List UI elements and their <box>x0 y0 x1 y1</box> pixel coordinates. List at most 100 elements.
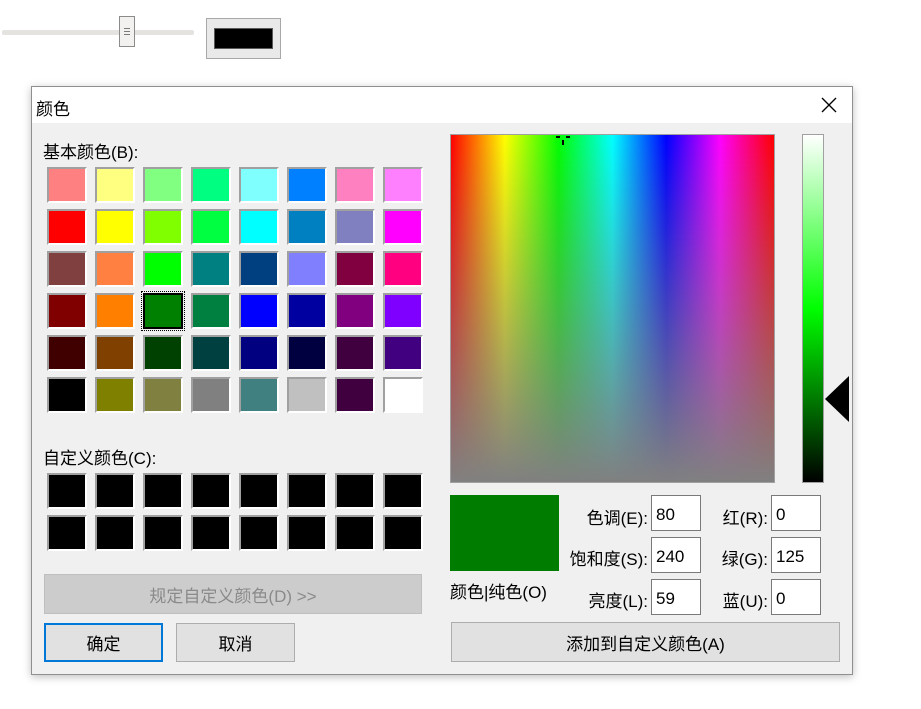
basic-color-swatch[interactable] <box>143 209 183 245</box>
luminosity-input[interactable] <box>651 579 701 615</box>
basic-color-swatch[interactable] <box>95 335 135 371</box>
cancel-button[interactable]: 取消 <box>176 623 295 662</box>
custom-color-swatch[interactable] <box>95 473 135 509</box>
slider-thumb[interactable] <box>119 16 135 47</box>
basic-color-swatch-fill <box>385 379 421 411</box>
basic-color-swatch[interactable] <box>47 335 87 371</box>
custom-color-swatch-fill <box>145 517 181 549</box>
basic-color-swatch[interactable] <box>239 293 279 329</box>
custom-color-swatch[interactable] <box>143 515 183 551</box>
custom-color-swatch[interactable] <box>47 473 87 509</box>
basic-color-swatch[interactable] <box>239 167 279 203</box>
basic-color-swatch[interactable] <box>191 251 231 287</box>
custom-color-swatch[interactable] <box>191 515 231 551</box>
color-picker-button[interactable] <box>206 18 281 59</box>
basic-color-swatch[interactable] <box>191 377 231 413</box>
hue-input[interactable] <box>651 495 701 531</box>
custom-color-swatch-fill <box>337 517 373 549</box>
custom-color-swatch[interactable] <box>383 515 423 551</box>
blue-input[interactable] <box>771 579 821 615</box>
basic-color-swatch[interactable] <box>47 251 87 287</box>
custom-color-swatch[interactable] <box>287 515 327 551</box>
basic-color-swatch[interactable] <box>383 293 423 329</box>
basic-color-swatch[interactable] <box>335 293 375 329</box>
basic-color-swatch[interactable] <box>143 377 183 413</box>
custom-color-swatch[interactable] <box>95 515 135 551</box>
add-to-custom-colors-button[interactable]: 添加到自定义颜色(A) <box>451 622 840 662</box>
basic-color-swatch[interactable] <box>383 167 423 203</box>
basic-color-swatch[interactable] <box>95 293 135 329</box>
basic-color-swatch[interactable] <box>47 293 87 329</box>
color-preview <box>450 495 559 571</box>
basic-color-swatch[interactable] <box>335 377 375 413</box>
luminosity-bar[interactable] <box>802 134 824 483</box>
custom-color-swatch-fill <box>145 475 181 507</box>
basic-color-swatch[interactable] <box>239 377 279 413</box>
basic-color-swatch-fill <box>145 337 181 369</box>
basic-colors-label: 基本颜色(B): <box>43 143 139 162</box>
basic-color-swatch[interactable] <box>287 167 327 203</box>
custom-color-swatch[interactable] <box>335 515 375 551</box>
basic-color-swatch[interactable] <box>383 209 423 245</box>
basic-color-swatch[interactable] <box>47 167 87 203</box>
custom-color-swatch[interactable] <box>383 473 423 509</box>
basic-color-swatch[interactable] <box>335 251 375 287</box>
basic-color-swatch[interactable] <box>191 293 231 329</box>
custom-color-swatch[interactable] <box>143 473 183 509</box>
basic-color-swatch[interactable] <box>383 377 423 413</box>
basic-color-swatch-fill <box>289 379 325 411</box>
basic-color-swatch[interactable] <box>383 251 423 287</box>
basic-color-swatch[interactable] <box>335 209 375 245</box>
basic-color-swatch[interactable] <box>239 209 279 245</box>
basic-color-swatch-fill <box>145 295 181 327</box>
basic-color-swatch-fill <box>289 169 325 201</box>
slider-track[interactable] <box>2 30 194 35</box>
saturation-input[interactable] <box>651 537 701 573</box>
basic-color-swatch[interactable] <box>287 251 327 287</box>
basic-color-swatch[interactable] <box>143 335 183 371</box>
basic-color-swatch[interactable] <box>287 209 327 245</box>
ok-button[interactable]: 确定 <box>44 623 163 662</box>
basic-color-swatch[interactable] <box>335 335 375 371</box>
basic-color-swatch[interactable] <box>95 167 135 203</box>
basic-color-swatch-fill <box>289 211 325 243</box>
luminosity-arrow-icon[interactable] <box>825 376 849 422</box>
custom-color-swatch[interactable] <box>239 473 279 509</box>
custom-color-swatch[interactable] <box>335 473 375 509</box>
custom-color-swatch[interactable] <box>47 515 87 551</box>
red-input[interactable] <box>771 495 821 531</box>
blue-label: 蓝(U): <box>722 592 768 611</box>
close-button[interactable] <box>806 87 852 123</box>
custom-color-swatch[interactable] <box>191 473 231 509</box>
define-custom-colors-button[interactable]: 规定自定义颜色(D) >> <box>44 574 422 614</box>
basic-color-swatch[interactable] <box>287 293 327 329</box>
basic-color-swatch[interactable] <box>239 335 279 371</box>
basic-color-swatch-fill <box>145 253 181 285</box>
basic-color-swatch[interactable] <box>335 167 375 203</box>
basic-color-swatch[interactable] <box>143 167 183 203</box>
custom-color-swatch[interactable] <box>239 515 279 551</box>
color-solid-label: 颜色|纯色(O) <box>450 583 547 602</box>
basic-color-swatch[interactable] <box>191 167 231 203</box>
basic-color-swatch[interactable] <box>95 251 135 287</box>
basic-color-swatch[interactable] <box>383 335 423 371</box>
basic-color-swatch[interactable] <box>287 335 327 371</box>
basic-color-swatch-fill <box>145 211 181 243</box>
basic-color-swatch-fill <box>193 211 229 243</box>
basic-color-swatch[interactable] <box>143 251 183 287</box>
custom-color-swatch-fill <box>241 475 277 507</box>
basic-color-swatch[interactable] <box>47 209 87 245</box>
basic-color-swatch-fill <box>193 337 229 369</box>
basic-color-swatch[interactable] <box>191 209 231 245</box>
basic-color-swatch[interactable] <box>95 377 135 413</box>
basic-color-swatch-fill <box>97 253 133 285</box>
basic-color-swatch[interactable] <box>287 377 327 413</box>
green-input[interactable] <box>771 537 821 573</box>
basic-color-swatch[interactable] <box>239 251 279 287</box>
basic-color-swatch[interactable] <box>47 377 87 413</box>
basic-color-swatch[interactable] <box>95 209 135 245</box>
basic-color-swatch[interactable] <box>191 335 231 371</box>
color-spectrum[interactable] <box>450 134 775 483</box>
custom-color-swatch[interactable] <box>287 473 327 509</box>
basic-color-swatch[interactable] <box>141 291 185 331</box>
